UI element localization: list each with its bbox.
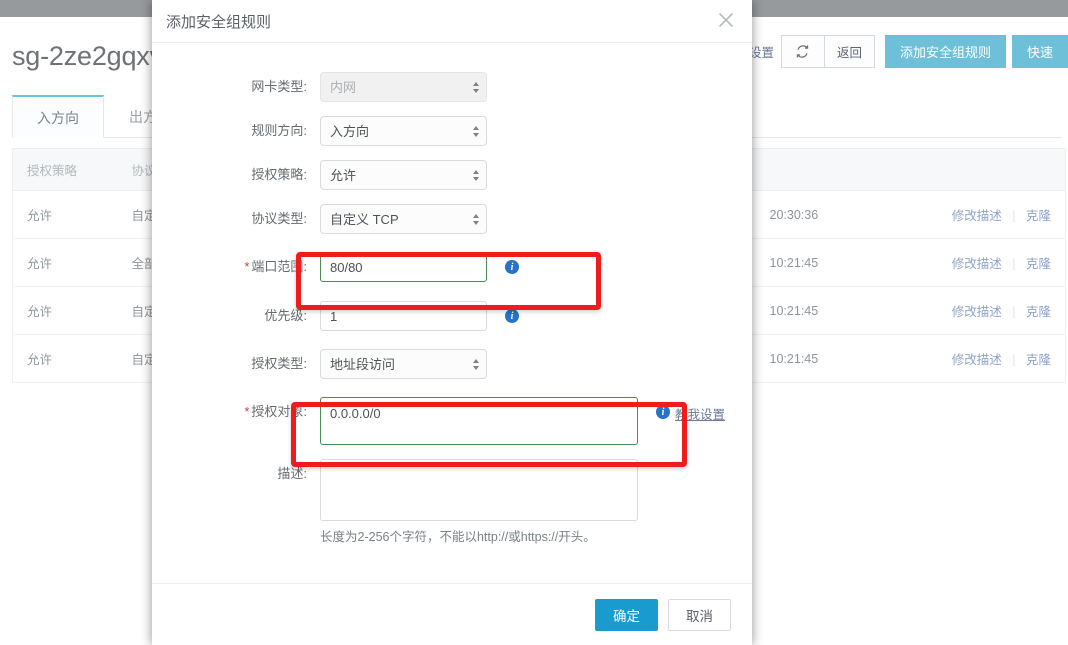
action-separator: | — [1012, 257, 1016, 271]
cell-actions: 修改描述 | 克隆 — [935, 334, 1066, 383]
dialog-body: 网卡类型: 内网 规则方向: 入方向 授权策略: 允许 协议类型: 自定义 TC… — [152, 43, 752, 583]
col-actions — [935, 148, 1066, 191]
page-toolbar: 教我设置 返回 添加安全组规则 快速 — [716, 34, 1068, 68]
cell-time: 20:30:36 — [755, 190, 936, 239]
port-range-input[interactable] — [320, 252, 487, 282]
field-row-priority: 优先级: i — [152, 301, 752, 331]
edit-description-link[interactable]: 修改描述 — [952, 353, 1002, 367]
priority-input[interactable] — [320, 301, 487, 331]
dialog-header: 添加安全组规则 — [152, 0, 752, 43]
close-icon[interactable] — [714, 8, 738, 32]
label-protocol: 协议类型: — [251, 211, 307, 226]
cell-actions: 修改描述 | 克隆 — [935, 190, 1066, 239]
field-row-policy: 授权策略: 允许 — [152, 160, 752, 190]
dialog-footer: 确定 取消 — [152, 583, 752, 645]
clone-link[interactable]: 克隆 — [1026, 257, 1051, 271]
nic-type-select-wrap: 内网 — [320, 72, 487, 102]
screen: sg-2ze2gqxv 教我设置 返回 添加安全组规则 快速 入方向 出方向 — [0, 0, 1068, 645]
add-security-group-rule-button[interactable]: 添加安全组规则 — [884, 34, 1006, 68]
protocol-select[interactable]: 自定义 TCP — [320, 204, 487, 234]
cell-time: 10:21:45 — [755, 238, 936, 287]
field-row-port-range: *端口范围: i — [152, 252, 752, 282]
info-icon[interactable]: i — [656, 405, 670, 419]
field-row-nic-type: 网卡类型: 内网 — [152, 72, 752, 102]
dialog-title: 添加安全组规则 — [166, 13, 272, 31]
info-icon[interactable]: i — [505, 260, 519, 274]
label-priority: 优先级: — [264, 308, 307, 323]
refresh-icon — [795, 44, 810, 59]
direction-select-wrap: 入方向 — [320, 116, 487, 146]
auth-type-select-wrap: 地址段访问 — [320, 349, 487, 379]
cell-policy: 允许 — [12, 334, 118, 383]
action-separator: | — [1012, 305, 1016, 319]
label-auth-object: * 授权对象: — [152, 397, 320, 427]
protocol-select-wrap: 自定义 TCP — [320, 204, 487, 234]
clone-link[interactable]: 克隆 — [1026, 353, 1051, 367]
col-time — [755, 148, 936, 191]
direction-select[interactable]: 入方向 — [320, 116, 487, 146]
cell-policy: 允许 — [12, 286, 118, 335]
edit-description-link[interactable]: 修改描述 — [952, 209, 1002, 223]
cell-policy: 允许 — [12, 238, 118, 287]
refresh-button[interactable] — [780, 34, 825, 68]
label-port-range: * 端口范围: — [152, 252, 320, 282]
field-row-description: 描述: — [152, 459, 752, 521]
cell-policy: 允许 — [12, 190, 118, 239]
edit-description-link[interactable]: 修改描述 — [952, 305, 1002, 319]
confirm-button[interactable]: 确定 — [595, 598, 658, 631]
description-hint: 长度为2-256个字符，不能以http://或https://开头。 — [320, 530, 596, 544]
action-separator: | — [1012, 353, 1016, 367]
description-textarea[interactable] — [320, 459, 638, 521]
auth-object-teach-link[interactable]: 教我设置 — [675, 404, 725, 423]
auth-type-select[interactable]: 地址段访问 — [320, 349, 487, 379]
nic-type-select[interactable]: 内网 — [320, 72, 487, 102]
field-row-direction: 规则方向: 入方向 — [152, 116, 752, 146]
label-port-range-text: 端口范围: — [251, 259, 307, 274]
policy-select-wrap: 允许 — [320, 160, 487, 190]
required-marker: * — [244, 404, 250, 419]
action-separator: | — [1012, 209, 1016, 223]
info-icon[interactable]: i — [505, 309, 519, 323]
label-nic-type: 网卡类型: — [251, 79, 307, 94]
tab-inbound[interactable]: 入方向 — [12, 95, 104, 138]
policy-select[interactable]: 允许 — [320, 160, 487, 190]
required-marker: * — [244, 259, 250, 274]
label-auth-type: 授权类型: — [251, 356, 307, 371]
field-row-protocol: 协议类型: 自定义 TCP — [152, 204, 752, 234]
label-direction: 规则方向: — [251, 123, 307, 138]
cell-actions: 修改描述 | 克隆 — [935, 286, 1066, 335]
add-security-group-rule-dialog: 添加安全组规则 网卡类型: 内网 规则方向: 入方向 授权策略: 允许 协议类型… — [152, 0, 752, 645]
cell-time: 10:21:45 — [755, 334, 936, 383]
col-policy: 授权策略 — [12, 148, 118, 191]
label-description: 描述: — [277, 466, 307, 481]
quick-create-button[interactable]: 快速 — [1011, 34, 1068, 68]
field-row-auth-type: 授权类型: 地址段访问 — [152, 349, 752, 379]
label-policy: 授权策略: — [251, 167, 307, 182]
field-row-auth-object: * 授权对象: 0.0.0.0/0 i 教我设置 — [152, 397, 752, 445]
page-title: sg-2ze2gqxv — [12, 41, 163, 71]
clone-link[interactable]: 克隆 — [1026, 305, 1051, 319]
cell-time: 10:21:45 — [755, 286, 936, 335]
clone-link[interactable]: 克隆 — [1026, 209, 1051, 223]
auth-object-textarea[interactable]: 0.0.0.0/0 — [320, 397, 638, 445]
cancel-button[interactable]: 取消 — [668, 598, 731, 631]
back-button[interactable]: 返回 — [823, 34, 875, 68]
cell-actions: 修改描述 | 克隆 — [935, 238, 1066, 287]
label-auth-object-text: 授权对象: — [251, 404, 307, 419]
edit-description-link[interactable]: 修改描述 — [952, 257, 1002, 271]
